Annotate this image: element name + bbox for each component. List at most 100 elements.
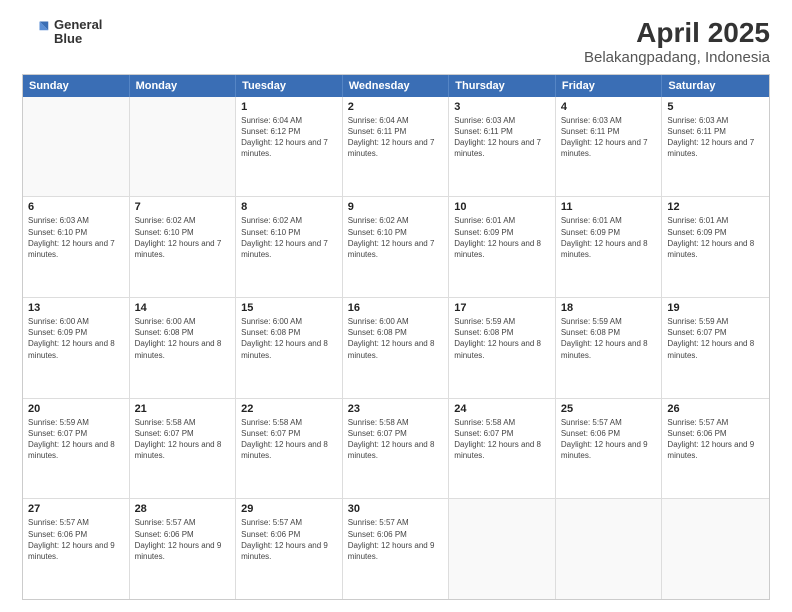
calendar-body: 1 Sunrise: 6:04 AM Sunset: 6:12 PM Daylig… [23,97,769,599]
day-info: Sunrise: 5:58 AM Sunset: 6:07 PM Dayligh… [348,417,444,462]
day-info: Sunrise: 6:00 AM Sunset: 6:09 PM Dayligh… [28,316,124,361]
day-info: Sunrise: 6:00 AM Sunset: 6:08 PM Dayligh… [348,316,444,361]
calendar-cell: 23 Sunrise: 5:58 AM Sunset: 6:07 PM Dayli… [343,399,450,499]
day-number: 3 [454,101,550,113]
day-number: 27 [28,503,124,515]
calendar-cell: 19 Sunrise: 5:59 AM Sunset: 6:07 PM Dayli… [662,298,769,398]
calendar-cell: 8 Sunrise: 6:02 AM Sunset: 6:10 PM Daylig… [236,197,343,297]
calendar-cell: 7 Sunrise: 6:02 AM Sunset: 6:10 PM Daylig… [130,197,237,297]
day-number: 30 [348,503,444,515]
calendar-cell: 5 Sunrise: 6:03 AM Sunset: 6:11 PM Daylig… [662,97,769,197]
day-info: Sunrise: 6:02 AM Sunset: 6:10 PM Dayligh… [348,215,444,260]
day-info: Sunrise: 5:57 AM Sunset: 6:06 PM Dayligh… [241,517,337,562]
day-info: Sunrise: 6:04 AM Sunset: 6:11 PM Dayligh… [348,115,444,160]
calendar-cell: 17 Sunrise: 5:59 AM Sunset: 6:08 PM Dayli… [449,298,556,398]
calendar-cell: 26 Sunrise: 5:57 AM Sunset: 6:06 PM Dayli… [662,399,769,499]
calendar-cell: 10Sunrise: 6:01 AM Sunset: 6:09 PM Dayli… [449,197,556,297]
header: General Blue April 2025 Belakangpadang, … [22,18,770,66]
day-info: Sunrise: 5:59 AM Sunset: 6:08 PM Dayligh… [561,316,657,361]
calendar-cell: 4Sunrise: 6:03 AM Sunset: 6:11 PM Daylig… [556,97,663,197]
day-info: Sunrise: 6:03 AM Sunset: 6:11 PM Dayligh… [667,115,764,160]
calendar-cell: 25Sunrise: 5:57 AM Sunset: 6:06 PM Dayli… [556,399,663,499]
day-number: 9 [348,201,444,213]
day-number: 2 [348,101,444,113]
calendar-cell: 12Sunrise: 6:01 AM Sunset: 6:09 PM Dayli… [662,197,769,297]
weekday-header: Tuesday [236,75,343,97]
day-number: 26 [667,403,764,415]
calendar: SundayMondayTuesdayWednesdayThursdayFrid… [22,74,770,600]
day-number: 23 [348,403,444,415]
logo-icon [22,18,50,46]
day-number: 15 [241,302,337,314]
calendar-cell: 20Sunrise: 5:59 AM Sunset: 6:07 PM Dayli… [23,399,130,499]
day-number: 19 [667,302,764,314]
calendar-cell: 16 Sunrise: 6:00 AM Sunset: 6:08 PM Dayli… [343,298,450,398]
weekday-header: Wednesday [343,75,450,97]
day-number: 16 [348,302,444,314]
calendar-cell: 15 Sunrise: 6:00 AM Sunset: 6:08 PM Dayli… [236,298,343,398]
calendar-cell: 18 Sunrise: 5:59 AM Sunset: 6:08 PM Dayli… [556,298,663,398]
weekday-header: Friday [556,75,663,97]
calendar-cell: 11 Sunrise: 6:01 AM Sunset: 6:09 PM Dayli… [556,197,663,297]
logo: General Blue [22,18,102,47]
calendar-cell: 9 Sunrise: 6:02 AM Sunset: 6:10 PM Daylig… [343,197,450,297]
day-number: 14 [135,302,231,314]
day-number: 10 [454,201,550,213]
logo-line1: General [54,18,102,32]
day-info: Sunrise: 5:59 AM Sunset: 6:08 PM Dayligh… [454,316,550,361]
day-info: Sunrise: 6:02 AM Sunset: 6:10 PM Dayligh… [241,215,337,260]
calendar-cell: 30 Sunrise: 5:57 AM Sunset: 6:06 PM Dayli… [343,499,450,599]
day-number: 24 [454,403,550,415]
day-info: Sunrise: 5:58 AM Sunset: 6:07 PM Dayligh… [454,417,550,462]
day-info: Sunrise: 5:57 AM Sunset: 6:06 PM Dayligh… [348,517,444,562]
calendar-cell: 24 Sunrise: 5:58 AM Sunset: 6:07 PM Dayli… [449,399,556,499]
day-number: 6 [28,201,124,213]
calendar-cell [449,499,556,599]
calendar-cell: 13Sunrise: 6:00 AM Sunset: 6:09 PM Dayli… [23,298,130,398]
page: General Blue April 2025 Belakangpadang, … [0,0,792,612]
day-number: 8 [241,201,337,213]
day-number: 1 [241,101,337,113]
calendar-row: 20Sunrise: 5:59 AM Sunset: 6:07 PM Dayli… [23,399,769,500]
day-number: 29 [241,503,337,515]
day-info: Sunrise: 5:59 AM Sunset: 6:07 PM Dayligh… [28,417,124,462]
weekday-header: Monday [130,75,237,97]
calendar-cell: 14Sunrise: 6:00 AM Sunset: 6:08 PM Dayli… [130,298,237,398]
title-block: April 2025 Belakangpadang, Indonesia [584,18,770,66]
calendar-row: 6Sunrise: 6:03 AM Sunset: 6:10 PM Daylig… [23,197,769,298]
day-number: 11 [561,201,657,213]
logo-line2: Blue [54,32,102,46]
day-number: 18 [561,302,657,314]
day-number: 12 [667,201,764,213]
day-info: Sunrise: 6:03 AM Sunset: 6:11 PM Dayligh… [454,115,550,160]
day-number: 28 [135,503,231,515]
calendar-row: 27 Sunrise: 5:57 AM Sunset: 6:06 PM Dayli… [23,499,769,599]
day-number: 5 [667,101,764,113]
calendar-cell: 21 Sunrise: 5:58 AM Sunset: 6:07 PM Dayli… [130,399,237,499]
day-info: Sunrise: 6:04 AM Sunset: 6:12 PM Dayligh… [241,115,337,160]
day-number: 21 [135,403,231,415]
day-info: Sunrise: 5:57 AM Sunset: 6:06 PM Dayligh… [28,517,124,562]
day-info: Sunrise: 5:59 AM Sunset: 6:07 PM Dayligh… [667,316,764,361]
calendar-row: 13Sunrise: 6:00 AM Sunset: 6:09 PM Dayli… [23,298,769,399]
day-info: Sunrise: 6:03 AM Sunset: 6:11 PM Dayligh… [561,115,657,160]
day-info: Sunrise: 5:57 AM Sunset: 6:06 PM Dayligh… [667,417,764,462]
day-info: Sunrise: 6:00 AM Sunset: 6:08 PM Dayligh… [241,316,337,361]
calendar-cell [130,97,237,197]
calendar-cell: 28 Sunrise: 5:57 AM Sunset: 6:06 PM Dayli… [130,499,237,599]
weekday-header: Saturday [662,75,769,97]
day-number: 17 [454,302,550,314]
calendar-cell [662,499,769,599]
day-info: Sunrise: 5:58 AM Sunset: 6:07 PM Dayligh… [241,417,337,462]
day-number: 7 [135,201,231,213]
calendar-cell [23,97,130,197]
day-info: Sunrise: 6:01 AM Sunset: 6:09 PM Dayligh… [561,215,657,260]
logo-text: General Blue [54,18,102,47]
calendar-cell: 3 Sunrise: 6:03 AM Sunset: 6:11 PM Daylig… [449,97,556,197]
day-number: 25 [561,403,657,415]
day-info: Sunrise: 6:02 AM Sunset: 6:10 PM Dayligh… [135,215,231,260]
day-info: Sunrise: 5:57 AM Sunset: 6:06 PM Dayligh… [135,517,231,562]
calendar-cell [556,499,663,599]
day-number: 22 [241,403,337,415]
day-info: Sunrise: 5:58 AM Sunset: 6:07 PM Dayligh… [135,417,231,462]
